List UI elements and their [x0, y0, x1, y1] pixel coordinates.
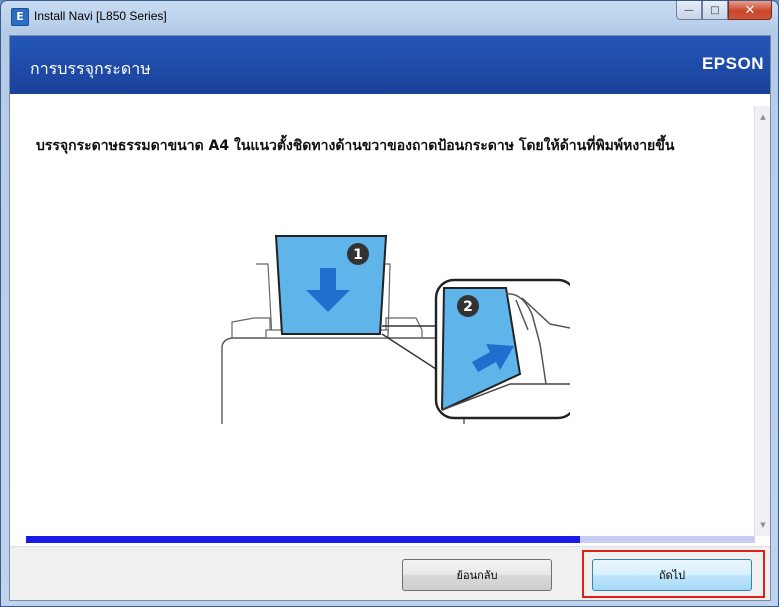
next-button-highlight	[582, 550, 765, 598]
scroll-down-icon[interactable]: ▼	[755, 518, 770, 532]
printer-left-detail	[231, 317, 271, 338]
maximize-icon: □	[710, 4, 720, 16]
page-header: การบรรจุกระดาษ EPSON	[10, 36, 770, 94]
content-panel: บรรจุกระดาษธรรมดาขนาด A4 ในแนวตั้งชิดทาง…	[10, 106, 754, 536]
app-icon: E	[11, 8, 29, 26]
back-button-label: ย้อนกลับ	[456, 569, 498, 582]
page-title: การบรรจุกระดาษ	[30, 59, 151, 78]
progress-bar	[26, 536, 755, 543]
minimize-button[interactable]: —	[676, 1, 702, 20]
window-title: Install Navi [L850 Series]	[34, 9, 167, 23]
printer-body	[221, 337, 465, 424]
printer-right-detail	[385, 317, 423, 338]
step-2-label: 2	[463, 299, 473, 315]
paper-loading-illustration: 1 2	[221, 235, 570, 424]
scroll-up-icon[interactable]: ▲	[755, 110, 770, 124]
back-button[interactable]: ย้อนกลับ	[402, 559, 552, 591]
installer-window: E Install Navi [L850 Series] — □ ✕ การบร…	[0, 0, 779, 607]
caption-buttons: — □ ✕	[676, 1, 772, 21]
close-icon: ✕	[744, 2, 756, 18]
title-bar[interactable]: E Install Navi [L850 Series] — □ ✕	[1, 1, 778, 35]
instruction-text: บรรจุกระดาษธรรมดาขนาด A4 ในแนวตั้งชิดทาง…	[36, 138, 675, 154]
step-1-label: 1	[353, 247, 363, 263]
client-area: การบรรจุกระดาษ EPSON บรรจุกระดาษธรรมดาขน…	[9, 35, 771, 601]
epson-logo: EPSON	[701, 54, 764, 73]
maximize-button[interactable]: □	[702, 1, 728, 20]
vertical-scrollbar[interactable]: ▲ ▼	[754, 106, 770, 536]
close-button[interactable]: ✕	[728, 1, 772, 20]
progress-fill	[26, 536, 581, 543]
minimize-icon: —	[684, 4, 694, 16]
